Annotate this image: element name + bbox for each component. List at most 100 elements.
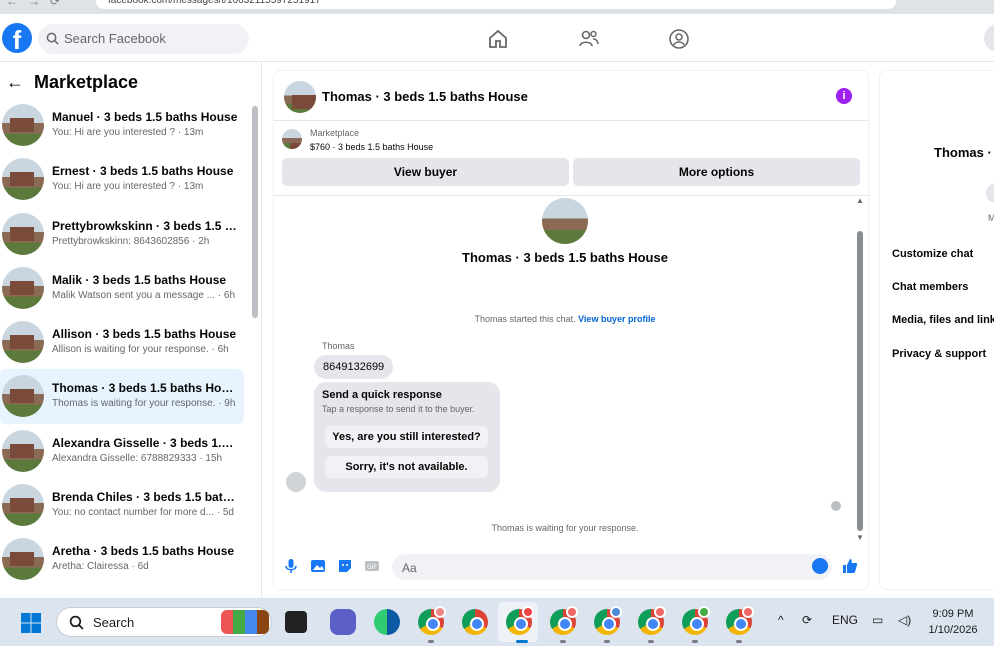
facebook-logo-icon[interactable]: f — [2, 23, 32, 53]
conversation-preview: Allison is waiting for your response. · … — [52, 344, 229, 356]
microphone-icon[interactable] — [283, 558, 299, 574]
browser-nav-icons[interactable]: ←→⟳ — [6, 0, 70, 8]
conversation-name: Thomas · 3 beds 1.5 baths House — [52, 381, 240, 396]
system-clock[interactable]: 9:09 PM 1/10/2026 — [920, 606, 986, 638]
running-indicator — [736, 640, 742, 643]
conversation-preview: Prettybrowkskinn: 8643602856 · 2h — [52, 235, 210, 247]
sidebar-scrollbar[interactable] — [252, 106, 258, 318]
account-avatar[interactable] — [984, 24, 994, 52]
house-thumbnail — [2, 266, 44, 309]
running-indicator — [648, 640, 654, 643]
quick-response-subtitle: Tap a response to send it to the buyer. — [322, 404, 475, 414]
listing-label: Marketplace — [310, 128, 360, 138]
conversation-preview: Alexandra Gisselle: 6788829333 · 15h — [52, 452, 223, 464]
conversation-item[interactable]: Allison · 3 beds 1.5 baths House Allison … — [0, 315, 244, 369]
sender-name: Thomas — [322, 341, 355, 351]
chat-title[interactable]: Thomas · 3 beds 1.5 baths House — [322, 89, 528, 104]
sync-icon[interactable]: ⟳ — [802, 613, 812, 627]
scroll-up-icon[interactable]: ▲ — [856, 196, 864, 205]
back-arrow-icon[interactable]: ← — [6, 72, 24, 93]
conversation-item[interactable]: Alexandra Gisselle · 3 beds 1.5 b... Alex… — [0, 424, 244, 478]
conversation-item[interactable]: Manuel · 3 beds 1.5 baths House You: Hi a… — [0, 98, 244, 152]
conversation-item[interactable]: Malik · 3 beds 1.5 baths House Malik Wats… — [0, 261, 244, 315]
windows-start-icon[interactable] — [20, 612, 42, 634]
chat-avatar[interactable] — [284, 81, 316, 113]
network-icon[interactable]: ▭ — [872, 613, 883, 627]
profile-badge-icon — [434, 606, 446, 618]
profile-badge-icon — [566, 606, 578, 618]
conversation-name: Ernest · 3 beds 1.5 baths House — [52, 164, 234, 179]
conversation-name: Prettybrowkskinn · 3 beds 1.5 ba... — [52, 218, 240, 233]
edge-icon[interactable] — [374, 609, 400, 635]
groups-icon[interactable] — [668, 28, 690, 50]
house-thumbnail — [2, 538, 44, 581]
task-view-icon[interactable] — [285, 611, 307, 633]
emoji-icon[interactable] — [812, 558, 828, 574]
running-indicator — [560, 640, 566, 643]
language-indicator[interactable]: ENG — [832, 613, 858, 627]
conversation-item[interactable]: Brenda Chiles · 3 beds 1.5 baths ... You:… — [0, 478, 244, 532]
top-navigation: f Search Facebook — [0, 16, 994, 62]
customize-chat-item[interactable]: Customize chat — [892, 248, 973, 260]
info-icon[interactable]: i — [836, 88, 852, 104]
view-buyer-profile-link[interactable]: View buyer profile — [578, 314, 655, 324]
conversation-preview: Thomas is waiting for your response. · 9… — [52, 398, 236, 410]
teams-icon[interactable] — [330, 609, 356, 635]
buyer-avatar — [286, 472, 306, 492]
sidebar-header: ← Marketplace — [6, 70, 138, 94]
message-placeholder: Aa — [402, 561, 417, 575]
conversation-preview: You: no contact number for more d... · 5… — [52, 507, 234, 519]
conversation-name: Allison · 3 beds 1.5 baths House — [52, 327, 237, 342]
conversation-avatar — [542, 198, 588, 244]
conversation-name: Alexandra Gisselle · 3 beds 1.5 b... — [52, 435, 240, 450]
friends-icon[interactable] — [578, 28, 600, 50]
chrome-icon[interactable] — [462, 609, 488, 635]
conversation-preview: You: Hi are you interested ? · 13m — [52, 127, 204, 138]
chat-panel: Thomas · 3 beds 1.5 baths House i Market… — [274, 71, 868, 589]
waiting-notice: Thomas is waiting for your response. — [491, 523, 639, 533]
quick-reply-not-available-button[interactable]: Sorry, it's not available. — [325, 456, 488, 478]
clock-time: 9:09 PM — [932, 608, 974, 620]
search-placeholder: Search Facebook — [64, 31, 166, 46]
gif-icon[interactable]: GIF — [364, 558, 380, 574]
running-indicator — [428, 640, 434, 643]
svg-text:GIF: GIF — [367, 564, 377, 571]
conversation-item-active[interactable]: Thomas · 3 beds 1.5 baths House Thomas is… — [0, 369, 244, 424]
conversation-item[interactable]: Prettybrowkskinn · 3 beds 1.5 ba... Prett… — [0, 207, 244, 261]
listing-price: $760 · 3 beds 1.5 baths House — [310, 142, 434, 152]
view-buyer-button[interactable]: View buyer — [282, 158, 569, 186]
address-bar[interactable]: facebook.com/messages/t/1663211559725191… — [96, 0, 896, 9]
chat-details-panel: Thomas · 3 M Customize chat Chat members… — [880, 71, 994, 589]
conversation-name: Malik · 3 beds 1.5 baths House — [52, 272, 227, 287]
conversation-item[interactable]: Aretha · 3 beds 1.5 baths House Aretha: C… — [0, 532, 244, 586]
listing-summary[interactable]: Marketplace $760 · 3 beds 1.5 baths Hous… — [274, 121, 868, 157]
scroll-down-icon[interactable]: ▼ — [856, 533, 864, 542]
listing-thumbnail — [282, 129, 302, 149]
sticker-icon[interactable] — [337, 558, 353, 574]
conversation-name: Aretha · 3 beds 1.5 baths House — [52, 544, 235, 559]
message-composer: GIF Aa — [274, 549, 868, 589]
browser-url-strip: ←→⟳ facebook.com/messages/t/166321155972… — [0, 0, 994, 14]
taskbar-search[interactable]: Search — [56, 607, 272, 637]
message-input[interactable]: Aa — [392, 554, 832, 580]
search-facebook-input[interactable]: Search Facebook — [38, 24, 249, 54]
like-thumb-icon[interactable] — [842, 558, 858, 574]
quick-response-title: Send a quick response — [322, 389, 442, 401]
volume-icon[interactable]: ◁) — [898, 613, 911, 627]
conversation-item[interactable]: Ernest · 3 beds 1.5 baths House You: Hi a… — [0, 152, 244, 206]
home-icon[interactable] — [487, 28, 509, 50]
media-files-links-item[interactable]: Media, files and links — [892, 314, 994, 326]
more-options-button[interactable]: More options — [573, 158, 860, 186]
quick-response-card: Send a quick response Tap a response to … — [314, 382, 500, 492]
details-avatar[interactable] — [986, 183, 994, 203]
chat-scrollbar[interactable] — [857, 231, 863, 531]
privacy-support-item[interactable]: Privacy & support — [892, 348, 986, 360]
conversation-list: Manuel · 3 beds 1.5 baths House You: Hi a… — [0, 98, 248, 587]
photo-icon[interactable] — [310, 558, 326, 574]
chat-members-item[interactable]: Chat members — [892, 281, 968, 293]
details-name: Thomas · 3 — [934, 145, 994, 160]
quick-reply-interested-button[interactable]: Yes, are you still interested? — [325, 426, 488, 448]
chevron-up-icon[interactable]: ^ — [778, 613, 784, 627]
profile-badge-icon — [698, 606, 710, 618]
running-indicator — [604, 640, 610, 643]
